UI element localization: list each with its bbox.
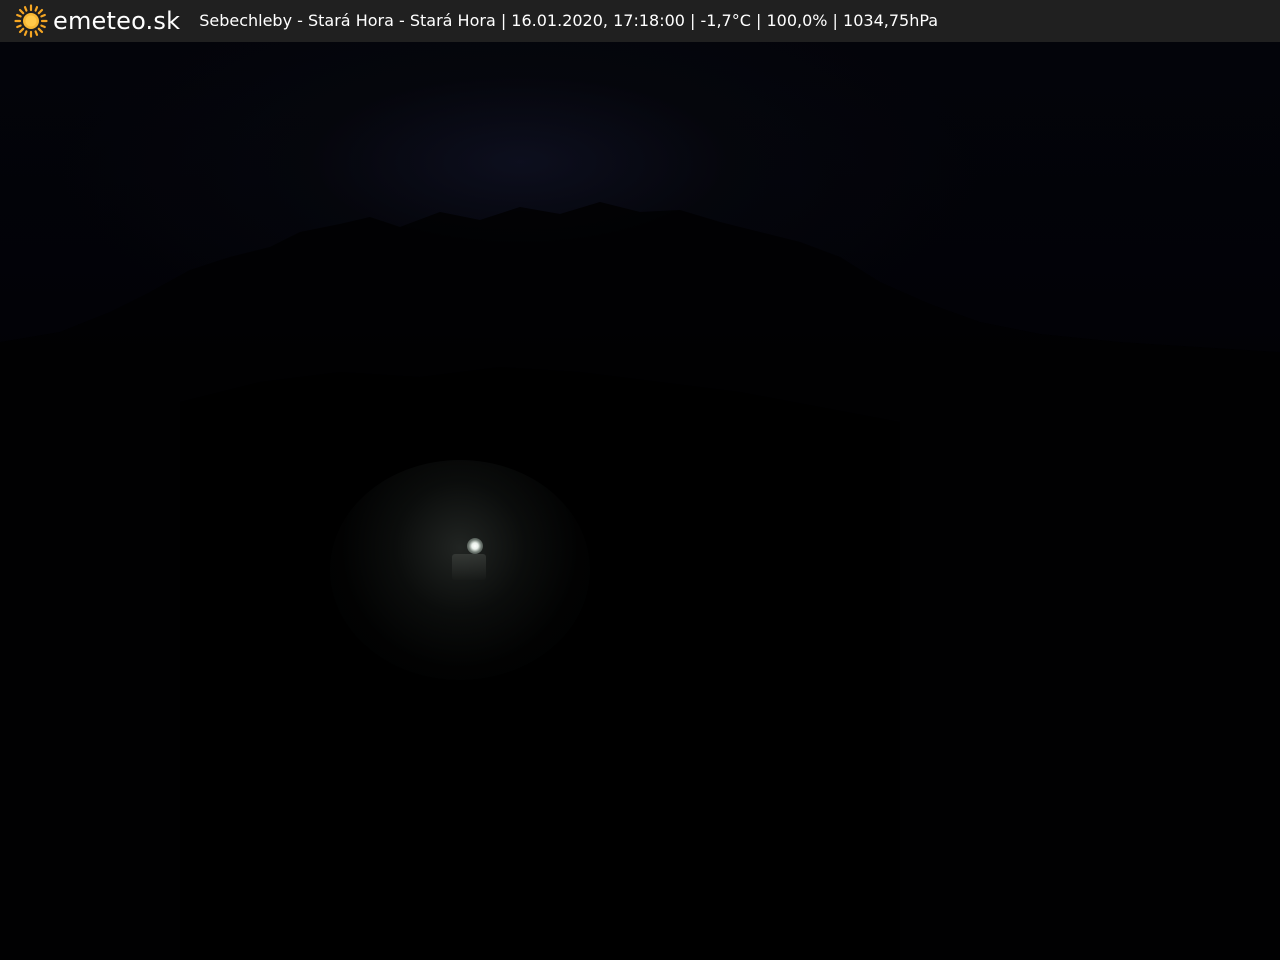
webcam-frame: emeteo.sk Sebechleby - Stará Hora - Star… (0, 0, 1280, 960)
tree-silhouette (0, 202, 1280, 960)
distant-light (467, 538, 483, 554)
header-bar: emeteo.sk Sebechleby - Stará Hora - Star… (0, 0, 1280, 42)
webcam-caption: Sebechleby - Stará Hora - Stará Hora | 1… (199, 11, 939, 30)
webcam-image (0, 42, 1280, 960)
brand-logo-text[interactable]: emeteo.sk (53, 0, 180, 42)
light-reflection (452, 554, 486, 580)
sun-icon (14, 4, 48, 38)
